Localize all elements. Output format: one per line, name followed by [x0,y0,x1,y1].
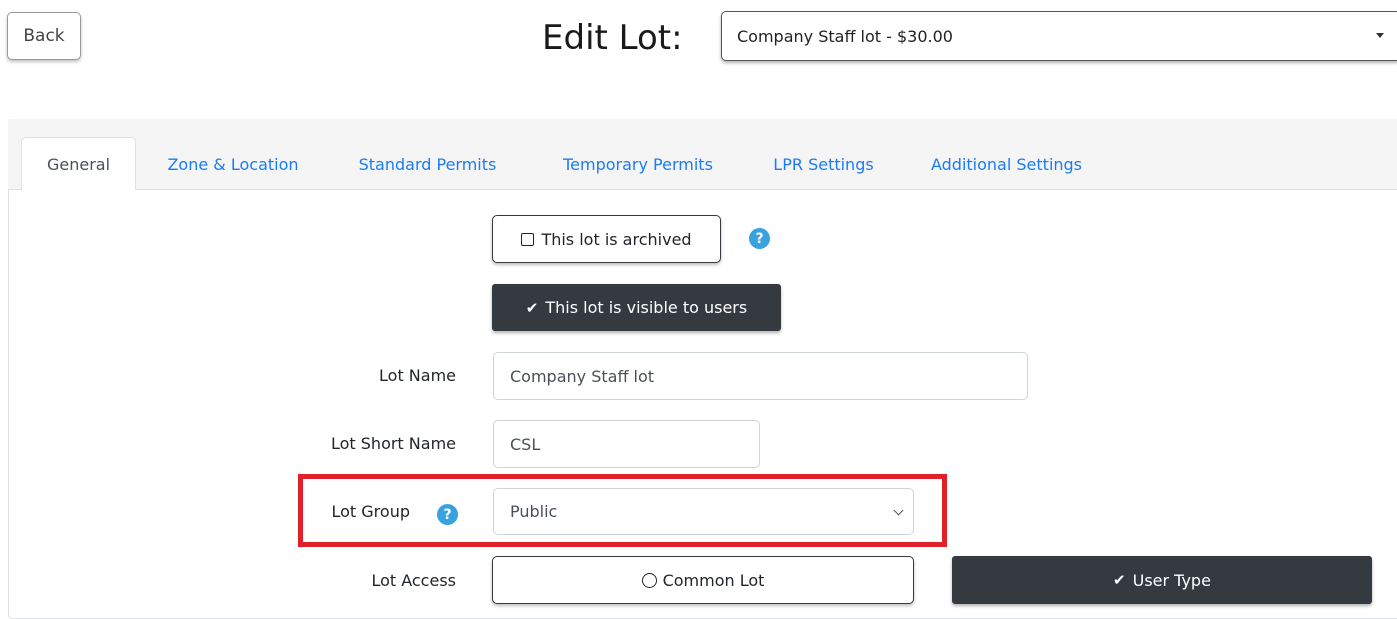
lot-short-name-input[interactable]: CSL [493,420,760,468]
lot-short-name-value: CSL [510,434,541,454]
lot-short-name-label: Lot Short Name [330,434,456,453]
question-circle-icon[interactable]: ? [749,228,770,249]
tab-standard-permits[interactable]: Standard Permits [337,137,518,191]
visible-toggle-label: This lot is visible to users [545,298,748,317]
radio-empty-icon [641,572,657,588]
lot-access-label: Lot Access [371,571,456,590]
checkbox-empty-icon [521,232,535,246]
lot-group-select[interactable]: Public [493,488,914,535]
back-button[interactable]: Back [7,12,81,60]
tab-additional-settings[interactable]: Additional Settings [910,137,1103,191]
common-lot-label: Common Lot [662,570,765,590]
tab-general[interactable]: General [21,137,136,191]
lot-access-user-type-button[interactable]: ✔ User Type [952,556,1372,604]
archived-toggle-button[interactable]: This lot is archived [492,215,721,263]
lot-selector-dropdown[interactable]: Company Staff lot - $30.00 [721,11,1397,61]
tab-lpr-settings[interactable]: LPR Settings [755,137,892,191]
tab-temporary-permits[interactable]: Temporary Permits [538,137,738,191]
lot-selector-value: Company Staff lot - $30.00 [737,26,953,46]
archived-toggle-label: This lot is archived [541,229,692,249]
lot-access-common-lot-button[interactable]: Common Lot [492,556,914,604]
chevron-down-icon [893,505,904,516]
check-icon: ✔ [525,298,539,317]
lot-group-value: Public [510,502,558,521]
lot-name-input[interactable]: Company Staff lot [493,352,1028,400]
visible-toggle-button[interactable]: ✔ This lot is visible to users [492,284,781,331]
tab-zone-location[interactable]: Zone & Location [145,137,321,191]
lot-name-value: Company Staff lot [510,366,655,386]
caret-down-icon [1376,33,1384,38]
check-icon: ✔ [1113,571,1126,589]
lot-name-label: Lot Name [379,366,456,385]
lot-group-label: Lot Group [331,502,411,521]
page-title: Edit Lot: [542,18,683,58]
user-type-label: User Type [1132,570,1211,590]
question-circle-icon[interactable]: ? [437,504,458,525]
